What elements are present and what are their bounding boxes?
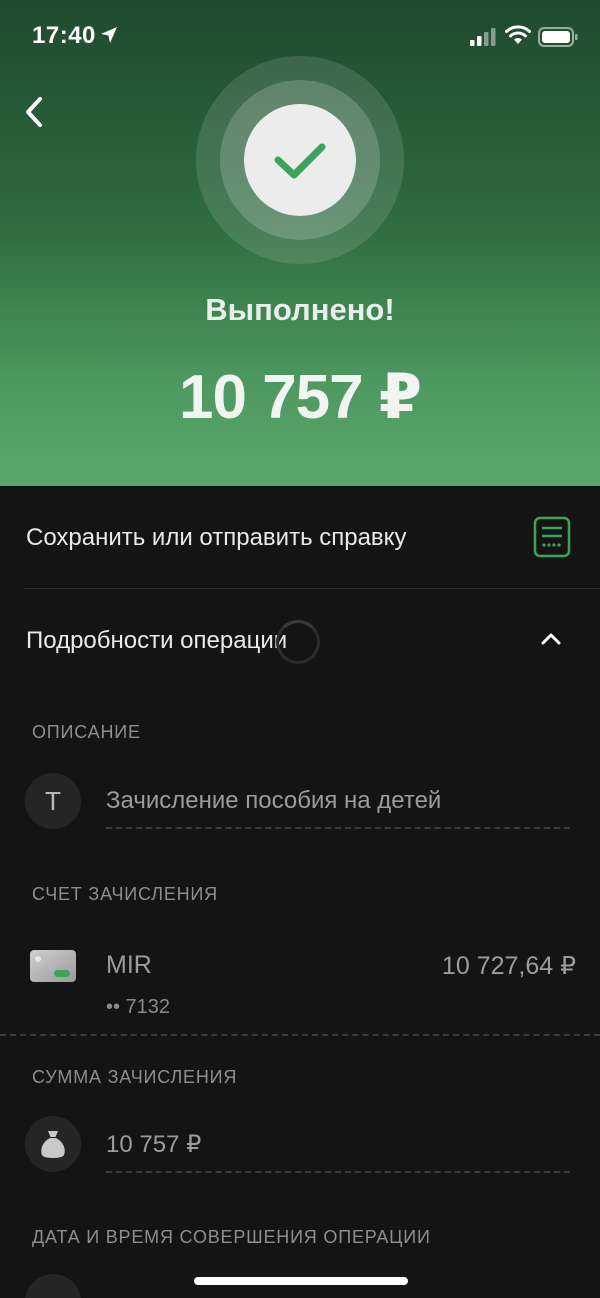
location-arrow-icon bbox=[101, 27, 117, 43]
card-number-mask: •• 7132 bbox=[106, 996, 171, 1018]
back-button[interactable] bbox=[18, 92, 52, 132]
sum-section-label: СУММА ЗАЧИСЛЕНИЯ bbox=[32, 1067, 238, 1087]
status-title: Выполнено! bbox=[205, 292, 395, 327]
receipt-document-icon bbox=[533, 516, 571, 558]
money-bag-glyph bbox=[41, 1131, 65, 1158]
save-receipt-row[interactable]: Сохранить или отправить справку bbox=[0, 486, 600, 588]
bank-card-icon bbox=[30, 950, 76, 982]
operation-details-toggle[interactable]: Подробности операции bbox=[0, 600, 600, 684]
dashed-divider bbox=[106, 1171, 570, 1173]
transfer-amount: 10 757 ₽ bbox=[179, 363, 422, 432]
wifi-icon bbox=[505, 25, 531, 44]
description-section-label: ОПИСАНИЕ bbox=[32, 722, 141, 742]
sum-value: 10 757 ₽ bbox=[106, 1131, 202, 1158]
card-balance: 10 727,64 ₽ bbox=[441, 952, 576, 980]
status-time: 17:40 bbox=[32, 22, 96, 49]
datetime-section-label: ДАТА И ВРЕМЯ СОВЕРШЕНИЯ ОПЕРАЦИИ bbox=[32, 1227, 431, 1247]
text-icon: Т bbox=[25, 773, 81, 829]
card-name: MIR bbox=[106, 951, 152, 979]
success-check-icon bbox=[196, 56, 404, 264]
loading-spinner bbox=[276, 620, 320, 664]
calendar-icon bbox=[25, 1274, 81, 1298]
dashed-divider bbox=[106, 827, 570, 829]
home-indicator[interactable] bbox=[194, 1277, 408, 1285]
divider bbox=[24, 588, 600, 589]
battery-icon bbox=[538, 27, 578, 47]
dashed-divider bbox=[0, 1034, 600, 1036]
operation-success-screen: 17:40 Выполнено! 10 757 ₽ Сохранить или … bbox=[0, 0, 600, 1298]
success-header: 17:40 Выполнено! 10 757 ₽ bbox=[0, 0, 600, 486]
account-section-label: СЧЕТ ЗАЧИСЛЕНИЯ bbox=[32, 884, 218, 904]
cellular-signal-icon bbox=[470, 28, 496, 46]
operation-details-label: Подробности операции bbox=[26, 627, 288, 654]
text-icon-letter: Т bbox=[45, 786, 61, 816]
chevron-up-icon bbox=[541, 633, 561, 645]
description-value: Зачисление пособия на детей bbox=[106, 787, 442, 814]
save-receipt-label: Сохранить или отправить справку bbox=[26, 524, 407, 551]
money-bag-icon bbox=[25, 1116, 81, 1172]
